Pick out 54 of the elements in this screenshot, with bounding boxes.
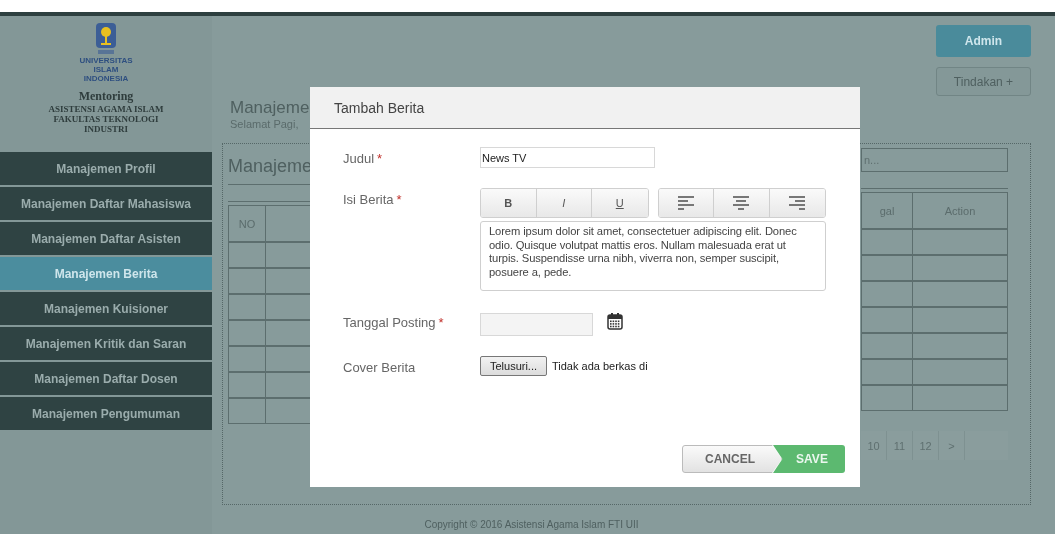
sidebar-item[interactable]: Manajemen Berita — [0, 257, 212, 290]
table-cell — [228, 242, 266, 268]
table-cell — [228, 294, 266, 320]
table-cell — [228, 372, 266, 398]
page-title: Manajeme — [230, 98, 310, 118]
logo-text: INDONESIA — [83, 75, 129, 83]
field-label: Isi Berita — [343, 192, 394, 209]
table-cell — [228, 346, 266, 372]
organization-name: ASISTENSI AGAMA ISLAM — [48, 104, 164, 114]
actions-button[interactable]: Tindakan + — [936, 67, 1031, 96]
app-name: Mentoring — [78, 89, 134, 104]
sidebar-item[interactable]: Manajemen Kritik dan Saran — [0, 327, 212, 360]
organization-name: FAKULTAS TEKNOLOGI — [53, 114, 159, 124]
table-cell — [861, 385, 913, 411]
cancel-button[interactable]: CANCEL — [682, 445, 782, 473]
sidebar-item[interactable]: Manajemen Daftar Mahasiswa — [0, 187, 212, 220]
user-button[interactable]: Admin — [936, 25, 1031, 57]
date-input[interactable] — [480, 313, 593, 336]
table-cell — [228, 320, 266, 346]
title-input[interactable]: News TV — [480, 147, 655, 168]
required-mark: * — [396, 192, 402, 209]
field-label: Judul — [343, 151, 375, 168]
sidebar-item[interactable]: Manajemen Kuisioner — [0, 292, 212, 325]
sidebar-item[interactable]: Manajemen Profil — [0, 152, 212, 185]
required-mark: * — [377, 151, 383, 168]
sidebar-item[interactable]: Manajemen Daftar Dosen — [0, 362, 212, 395]
table-cell — [861, 229, 913, 255]
format-button[interactable]: B — [481, 189, 537, 217]
content-textarea[interactable]: Lorem ipsum dolor sit amet, consectetuer adipiscing elit. Donec odio. Quisque volutpat mattis eros. Nullam malesuada erat ut turpis. Suspendisse urna nibh, viverra non, semper suscipit, posuere a, pede. — [480, 221, 826, 291]
university-logo-icon — [95, 22, 117, 56]
table-cell — [861, 307, 913, 333]
logo-text: UNIVERSITAS — [79, 57, 133, 65]
table-cell — [861, 281, 913, 307]
required-mark: * — [438, 315, 444, 332]
logo-text: ISLAM — [93, 66, 119, 74]
field-label: Cover Berita — [343, 360, 416, 376]
dialog-title: Tambah Berita — [334, 99, 425, 116]
format-button[interactable]: U — [592, 189, 648, 217]
organization-name: INDUSTRI — [84, 124, 128, 134]
browse-button[interactable]: Telusuri... — [480, 356, 547, 376]
table-cell — [861, 255, 913, 281]
align-button[interactable] — [714, 189, 770, 217]
field-label: Tanggal Posting — [343, 315, 436, 332]
table-cell — [228, 268, 266, 294]
align-button[interactable] — [658, 189, 714, 217]
table-cell — [861, 333, 913, 359]
align-button[interactable] — [769, 189, 825, 217]
calendar-icon[interactable] — [607, 313, 623, 330]
table-cell — [861, 359, 913, 385]
sidebar-item[interactable]: Manajemen Daftar Asisten — [0, 222, 212, 255]
sidebar-item[interactable]: Manajemen Pengumuman — [0, 397, 212, 430]
format-button[interactable]: I — [536, 189, 592, 217]
file-status: Tidak ada berkas di — [552, 360, 648, 372]
table-cell — [228, 398, 266, 424]
